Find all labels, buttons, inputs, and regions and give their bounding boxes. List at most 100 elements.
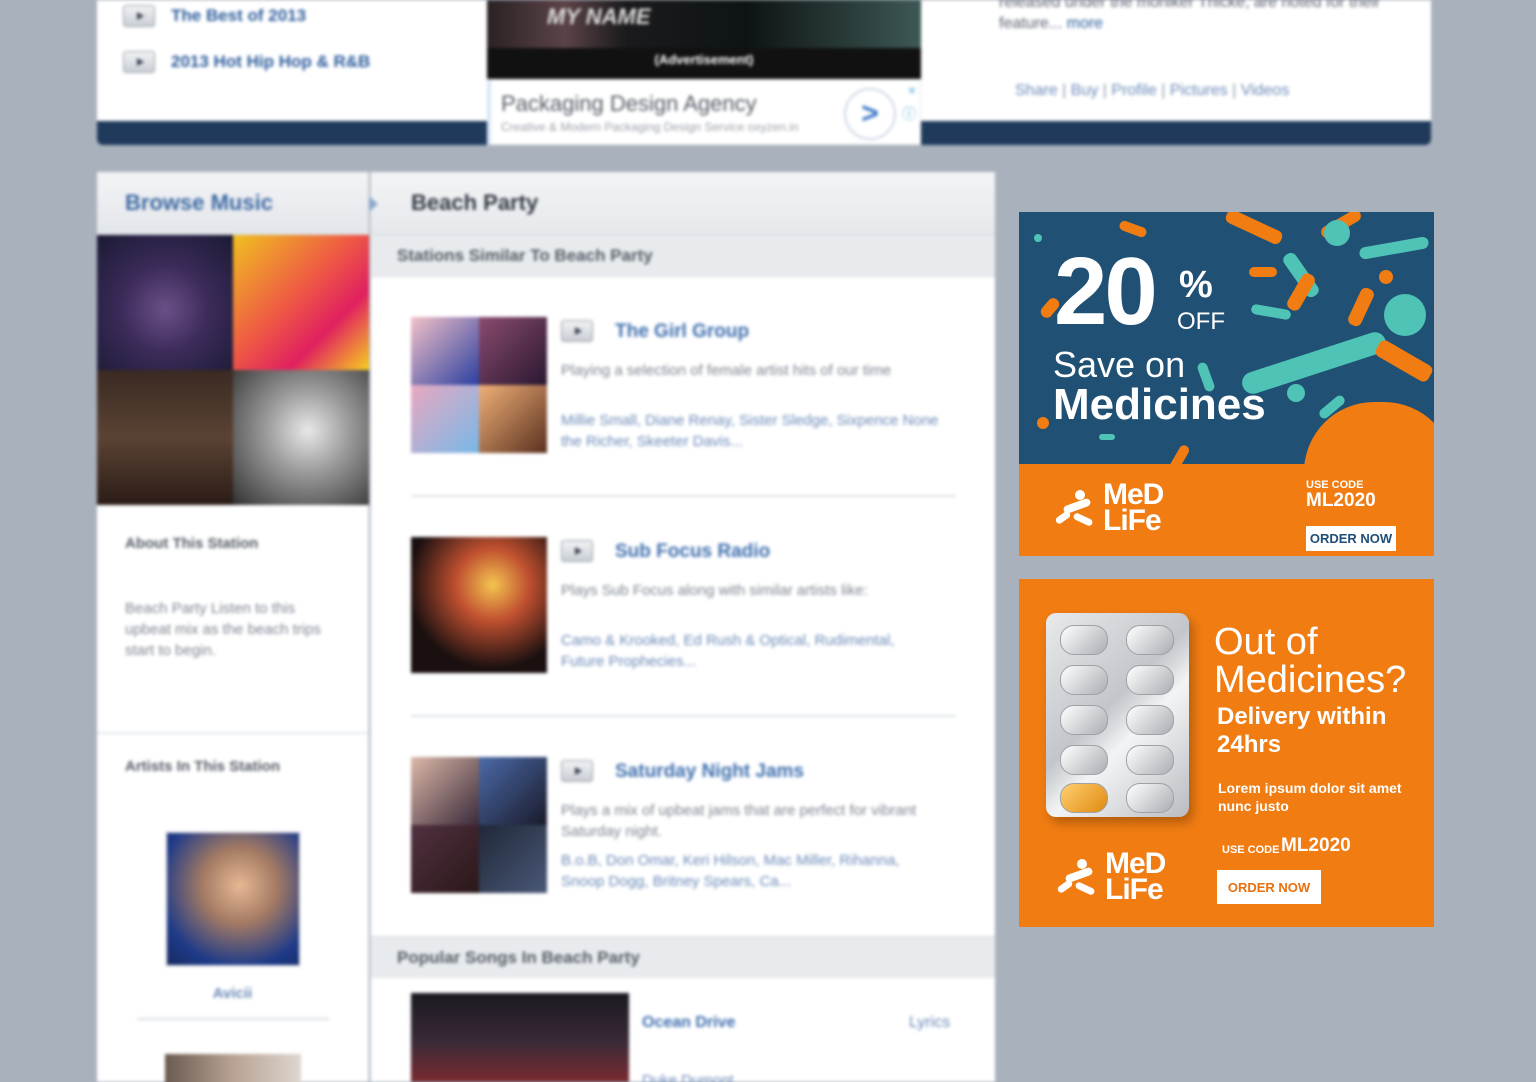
station-artists[interactable]: B.o.B, Don Omar, Keri Hilson, Mac Miller…	[561, 850, 941, 892]
profile-link[interactable]: Profile	[1111, 82, 1156, 99]
medlife-logo-text: MeD LiFe	[1105, 849, 1166, 906]
play-icon[interactable]	[561, 760, 593, 782]
info-icon[interactable]: ⓘ	[902, 104, 916, 124]
buy-link[interactable]: Buy	[1071, 82, 1099, 99]
video-overlay-text: MY NAME	[547, 4, 651, 29]
confetti-shape	[1118, 219, 1148, 239]
medlife-discount-ad[interactable]: 20 % OFF Save on Medicines MeD LiFe USE …	[1019, 212, 1434, 556]
playlist-link-label[interactable]: 2013 Hot Hip Hop & R&B	[171, 52, 370, 72]
pill	[1060, 745, 1108, 775]
pictures-link[interactable]: Pictures	[1170, 82, 1228, 99]
medlife-logo: MeD LiFe	[1053, 480, 1164, 537]
artist-bio-text: released under the moniker Thicke, are n…	[999, 0, 1381, 32]
chevron-right-icon[interactable]: >	[844, 88, 896, 140]
medlife-logo-text: MeD LiFe	[1103, 480, 1164, 537]
confetti-shape	[1167, 443, 1191, 464]
confetti-shape	[1099, 434, 1115, 440]
arrow-right-icon	[369, 196, 378, 212]
confetti-shape	[1384, 294, 1426, 336]
more-link[interactable]: more	[1067, 15, 1103, 32]
text-ad[interactable]: Packaging Design Agency Creative & Moder…	[487, 79, 921, 145]
lyrics-link[interactable]: Lyrics	[909, 1014, 950, 1032]
confetti-shape	[1287, 384, 1305, 402]
play-icon[interactable]	[561, 540, 593, 562]
station-artwork[interactable]	[411, 757, 547, 893]
play-icon[interactable]	[123, 51, 155, 73]
order-now-button[interactable]: ORDER NOW	[1217, 870, 1321, 904]
artist-name[interactable]: Avicii	[97, 985, 368, 1002]
brand-line: LiFe	[1103, 504, 1162, 537]
playlist-link[interactable]: The Best of 2013	[123, 4, 370, 28]
ad-subheadline: Delivery within 24hrs	[1217, 703, 1387, 758]
browse-header[interactable]: Browse Music	[97, 172, 368, 235]
similar-stations-title: Stations Similar To Beach Party	[397, 245, 653, 265]
pill	[1060, 625, 1108, 655]
station-description: Plays Sub Focus along with similar artis…	[561, 582, 868, 599]
song-artist[interactable]: Duke Dumont	[642, 1072, 734, 1082]
browse-music-title[interactable]: Browse Music	[125, 190, 273, 216]
share-link[interactable]: Share	[1015, 82, 1058, 99]
pill	[1126, 625, 1174, 655]
confetti-shape	[1037, 417, 1049, 429]
station-title[interactable]: Saturday Night Jams	[615, 761, 804, 783]
separator: |	[1232, 82, 1237, 99]
play-icon[interactable]	[123, 5, 155, 27]
divider	[136, 1018, 329, 1020]
station-title[interactable]: Sub Focus Radio	[615, 541, 770, 563]
album-art	[97, 235, 233, 370]
station-item[interactable]: Sub Focus Radio Plays Sub Focus along wi…	[371, 497, 995, 717]
station-artwork[interactable]	[411, 317, 547, 453]
text-ad-description: Creative & Modern Packaging Design Servi…	[501, 120, 745, 134]
close-icon[interactable]: ×	[908, 82, 916, 98]
station-artists[interactable]: Camo & Krooked, Ed Rush & Optical, Rudim…	[561, 630, 941, 672]
album-art	[411, 757, 479, 825]
percent-sign: %	[1179, 264, 1213, 306]
playlist-link-label[interactable]: The Best of 2013	[171, 6, 306, 26]
videos-link[interactable]: Videos	[1241, 82, 1290, 99]
featured-panel: The Best of 2013 2013 Hot Hip Hop & R&B …	[97, 0, 1431, 145]
confetti-shape	[1373, 338, 1434, 384]
video-player[interactable]: MY NAME (Advertisement)	[487, 0, 921, 79]
station-item[interactable]: Saturday Night Jams Plays a mix of upbea…	[371, 717, 995, 937]
medlife-delivery-ad[interactable]: Out of Medicines? Delivery within 24hrs …	[1019, 579, 1434, 927]
confetti-shape	[1250, 303, 1292, 321]
use-code-label: USE CODE	[1222, 844, 1280, 856]
discount-off-label: OFF	[1177, 308, 1225, 335]
separator: |	[1102, 82, 1107, 99]
confetti-shape	[1324, 220, 1350, 246]
song-title[interactable]: Ocean Drive	[642, 1014, 735, 1032]
ad-banner-bottom: MeD LiFe USE CODE ML2020 ORDER NOW	[1019, 464, 1434, 556]
left-sidebar: Browse Music About This Station Beach Pa…	[97, 172, 369, 1082]
confetti-shape	[1034, 234, 1042, 242]
play-icon[interactable]	[561, 320, 593, 342]
ad-body-text: Lorem ipsum dolor sit amet nunc justo	[1218, 780, 1402, 814]
playlist-link[interactable]: 2013 Hot Hip Hop & R&B	[123, 50, 370, 74]
promo-code: ML2020	[1281, 835, 1351, 856]
station-title[interactable]: The Girl Group	[615, 321, 749, 343]
artist-photo[interactable]	[164, 1054, 301, 1082]
brand-line: LiFe	[1105, 873, 1164, 906]
artist-photo[interactable]	[164, 831, 301, 967]
album-art	[97, 370, 233, 505]
station-artists[interactable]: Millie Small, Diane Renay, Sister Sledge…	[561, 410, 941, 452]
artists-in-station-title: Artists In This Station	[125, 758, 281, 775]
top-playlist-links: The Best of 2013 2013 Hot Hip Hop & R&B	[123, 4, 370, 96]
pill	[1126, 665, 1174, 695]
station-item[interactable]: The Girl Group Playing a selection of fe…	[371, 277, 995, 497]
artist-card[interactable]: Avicii	[97, 831, 368, 1082]
pill	[1060, 705, 1108, 735]
separator: |	[1161, 82, 1166, 99]
video-frame[interactable]: MY NAME	[487, 0, 921, 48]
station-artwork[interactable]	[411, 537, 547, 673]
album-art	[233, 370, 369, 505]
text-ad-title[interactable]: Packaging Design Agency	[501, 91, 757, 117]
song-thumbnail[interactable]	[411, 993, 629, 1082]
album-art	[479, 385, 547, 453]
pill	[1060, 665, 1108, 695]
advertisement-label: (Advertisement)	[654, 52, 754, 67]
station-header: Beach Party	[369, 172, 995, 235]
discount-percent: 20	[1054, 238, 1158, 345]
pill	[1126, 705, 1174, 735]
order-now-button[interactable]: ORDER NOW	[1306, 526, 1396, 551]
album-art	[411, 385, 479, 453]
